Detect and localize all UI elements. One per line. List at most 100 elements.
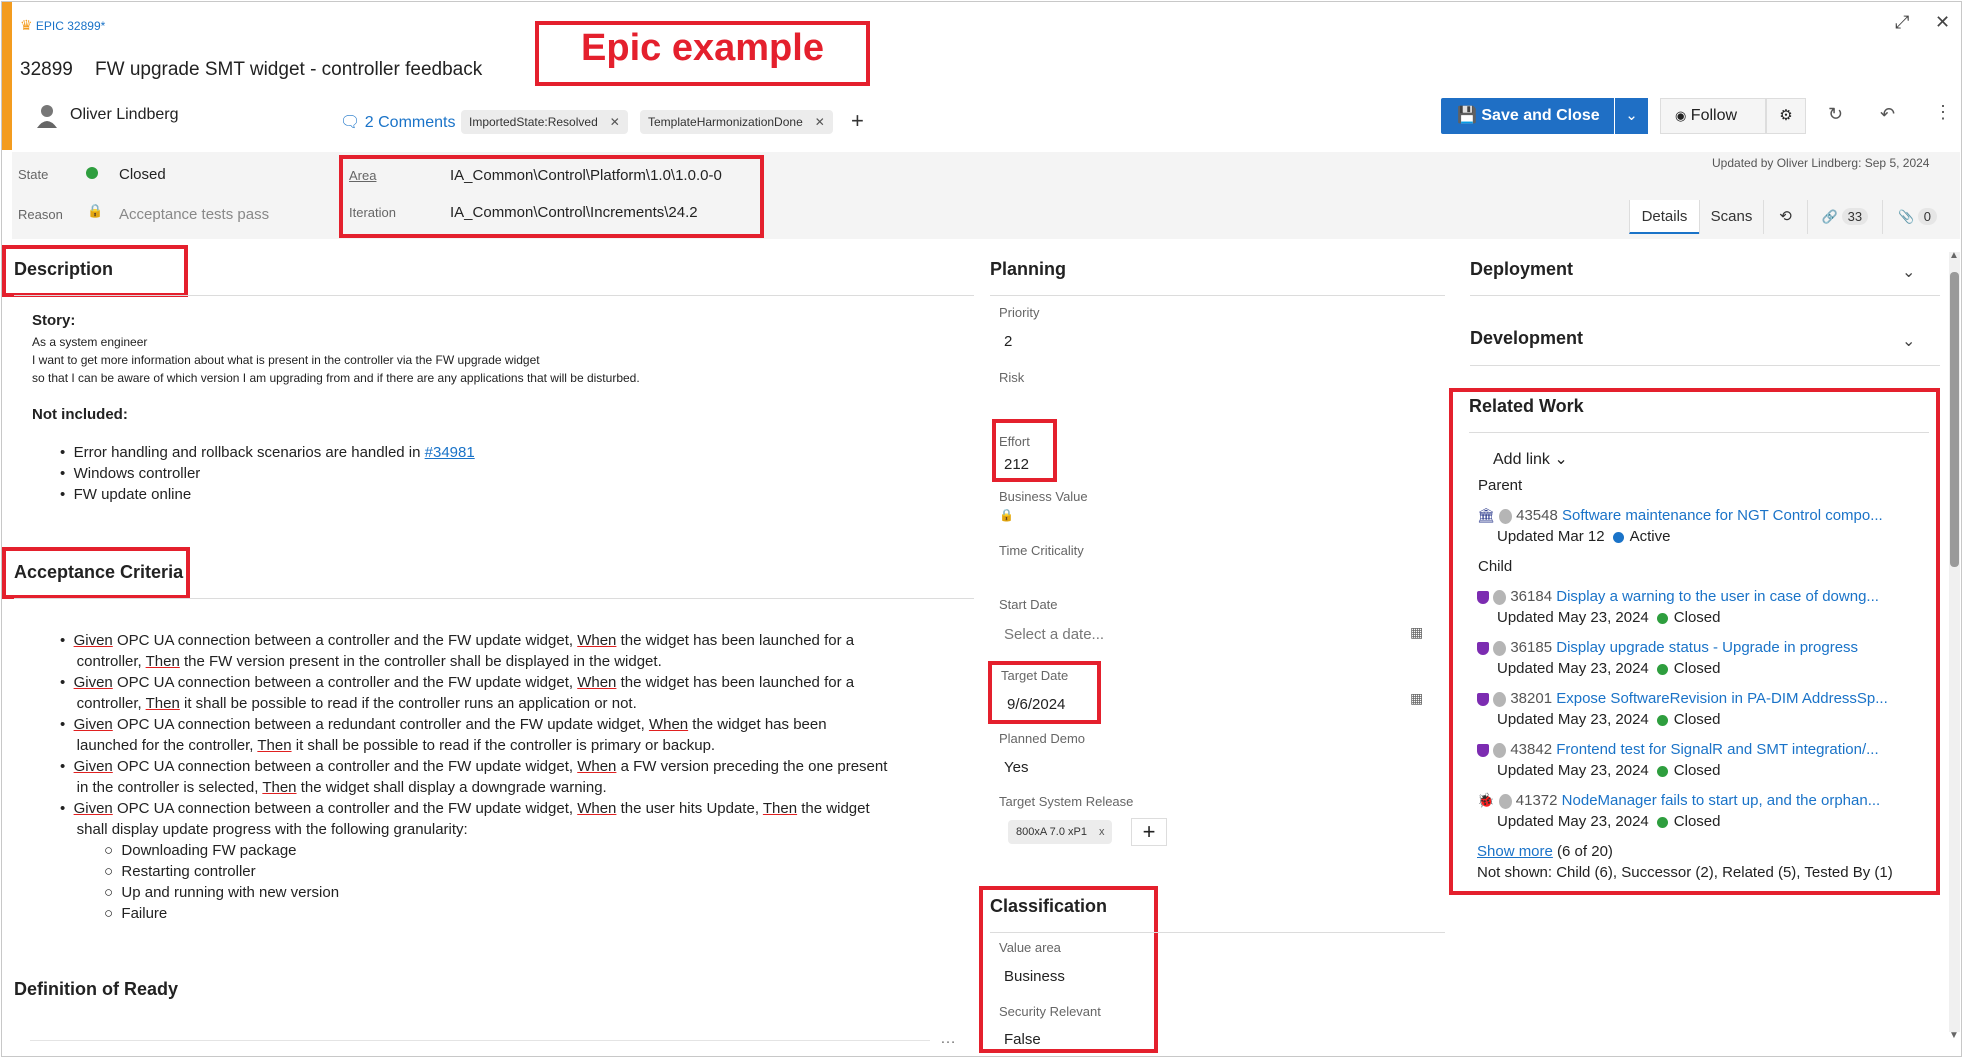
add-link-button[interactable]: Add link ⌄: [1493, 449, 1568, 469]
iteration-value[interactable]: IA_Common\Control\Increments\24.2: [450, 204, 698, 221]
reason-value[interactable]: Acceptance tests pass: [119, 206, 269, 223]
area-value[interactable]: IA_Common\Control\Platform\1.0\1.0.0-0: [450, 167, 722, 184]
settings-gear-icon[interactable]: ⚙: [1766, 98, 1806, 134]
avatar: [1498, 793, 1512, 809]
tab-attachments[interactable]: 📎 0: [1882, 200, 1952, 234]
add-tag-icon[interactable]: +: [851, 108, 864, 134]
criterion-text: a FW version preceding the one present: [616, 758, 888, 775]
tab-links[interactable]: 🔗 33: [1807, 200, 1882, 234]
more-icon[interactable]: …: [940, 1030, 956, 1048]
acceptance-list[interactable]: • Given OPC UA connection between a cont…: [60, 630, 960, 924]
avatar: [1493, 742, 1507, 758]
state-value[interactable]: Closed: [119, 166, 166, 183]
links-count: 33: [1841, 208, 1869, 225]
tag-chip[interactable]: ImportedState:Resolved ✕: [461, 110, 628, 134]
story-text[interactable]: As a system engineer I want to get more …: [32, 333, 640, 387]
remove-tag-icon[interactable]: x: [1099, 826, 1105, 838]
close-icon[interactable]: ✕: [1935, 12, 1950, 33]
priority-value[interactable]: 2: [1004, 333, 1012, 350]
item-title-link[interactable]: Display upgrade status - Upgrade in prog…: [1556, 639, 1858, 656]
tab-scans[interactable]: Scans: [1699, 200, 1763, 234]
criterion-text: the widget has been launched for a: [616, 674, 855, 691]
calendar-icon[interactable]: ▦: [1410, 690, 1423, 707]
related-item[interactable]: 🏛 43548 Software maintenance for NGT Con…: [1477, 507, 1883, 524]
work-item-title[interactable]: FW upgrade SMT widget - controller feedb…: [95, 59, 482, 81]
remove-tag-icon[interactable]: ✕: [610, 115, 620, 129]
item-updated: Updated May 23, 2024: [1497, 711, 1649, 728]
add-release-icon[interactable]: +: [1131, 818, 1167, 846]
related-item[interactable]: 36185 Display upgrade status - Upgrade i…: [1477, 639, 1858, 656]
item-id: 43548: [1516, 507, 1558, 524]
item-state: Closed: [1673, 762, 1721, 779]
sub-list: ○ Downloading FW package ○ Restarting co…: [60, 840, 960, 924]
follow-button[interactable]: ◉ Follow: [1660, 98, 1766, 134]
criterion-text: the widget shall display a downgrade war…: [296, 779, 607, 796]
item-id: 43842: [1510, 741, 1553, 758]
divider: [1470, 295, 1940, 296]
state-label: State: [18, 167, 49, 182]
related-item[interactable]: 38201 Expose SoftwareRevision in PA-DIM …: [1477, 690, 1888, 707]
expand-icon[interactable]: ⤢: [1895, 12, 1909, 33]
related-work-title: Related Work: [1469, 396, 1584, 416]
item-title-link[interactable]: Frontend test for SignalR and SMT integr…: [1556, 741, 1878, 758]
work-item-type[interactable]: ♛ EPIC 32899*: [20, 17, 105, 34]
story-line: so that I can be aware of which version …: [32, 371, 640, 385]
planned-demo-value[interactable]: Yes: [1004, 759, 1028, 776]
item-title-link[interactable]: NodeManager fails to start up, and the o…: [1562, 792, 1881, 809]
tab-details[interactable]: Details: [1629, 200, 1699, 234]
divider: [990, 295, 1445, 296]
closed-dot: [1656, 714, 1668, 726]
lock-icon: 🔒: [87, 203, 104, 218]
undo-icon[interactable]: ↶: [1880, 104, 1895, 125]
save-and-close-button[interactable]: 💾 Save and Close: [1441, 98, 1614, 134]
comments-link[interactable]: 🗨 2 Comments: [340, 112, 455, 132]
remove-tag-icon[interactable]: ✕: [815, 115, 825, 129]
tag-label: ImportedState:Resolved: [469, 115, 598, 129]
related-item[interactable]: 🐞 41372 NodeManager fails to start up, a…: [1477, 792, 1880, 809]
target-system-release-label: Target System Release: [999, 794, 1134, 809]
related-count: (6 of 20): [1557, 843, 1613, 860]
divider: [1469, 432, 1929, 433]
deployment-title[interactable]: Deployment: [1470, 259, 1573, 280]
sub-item-text: Restarting controller: [121, 863, 256, 880]
criterion-text: controller,: [76, 653, 146, 670]
item-title-link[interactable]: Expose SoftwareRevision in PA-DIM Addres…: [1556, 690, 1888, 707]
item-id: 36184: [1510, 588, 1553, 605]
chevron-down-icon[interactable]: ⌄: [1902, 262, 1915, 282]
effort-label: Effort: [999, 434, 1030, 449]
sub-item: ○ Restarting controller: [104, 863, 256, 880]
bug-icon: 🐞: [1477, 792, 1495, 808]
item-updated: Updated Mar 12: [1497, 528, 1605, 545]
avatar: [1493, 589, 1507, 605]
more-actions-icon[interactable]: ⋮: [1934, 102, 1952, 123]
item-title-link[interactable]: Software maintenance for NGT Control com…: [1562, 507, 1883, 524]
lock-icon: 🔒: [999, 508, 1014, 522]
save-options-chevron-icon[interactable]: ⌄: [1615, 98, 1648, 134]
target-date-value[interactable]: 9/6/2024: [1007, 696, 1065, 713]
scroll-down-icon[interactable]: ▼: [1949, 1030, 1959, 1041]
related-item[interactable]: 36184 Display a warning to the user in c…: [1477, 588, 1879, 605]
development-title[interactable]: Development: [1470, 328, 1583, 349]
assignee-name[interactable]: Oliver Lindberg: [70, 106, 179, 124]
work-item-id: 32899: [20, 59, 73, 80]
classification-title: Classification: [990, 896, 1108, 916]
refresh-icon[interactable]: ↻: [1828, 104, 1843, 125]
value-area-value[interactable]: Business: [1004, 968, 1065, 985]
show-more-link[interactable]: Show more: [1477, 843, 1553, 860]
release-tag[interactable]: 800xA 7.0 xP1 x: [1008, 820, 1113, 844]
calendar-icon[interactable]: ▦: [1410, 624, 1423, 641]
security-relevant-label: Security Relevant: [999, 1004, 1101, 1019]
item-updated: Updated May 23, 2024: [1497, 660, 1649, 677]
related-item[interactable]: 43842 Frontend test for SignalR and SMT …: [1477, 741, 1879, 758]
start-date-input[interactable]: Select a date...: [1004, 626, 1104, 643]
effort-value[interactable]: 212: [1004, 456, 1029, 473]
work-item-link[interactable]: #34981: [425, 444, 475, 461]
scroll-up-icon[interactable]: ▲: [1949, 250, 1959, 261]
tag-chip[interactable]: TemplateHarmonizationDone ✕: [640, 110, 833, 134]
scrollbar-thumb[interactable]: [1950, 272, 1959, 567]
security-relevant-value[interactable]: False: [1004, 1031, 1041, 1048]
item-title-link[interactable]: Display a warning to the user in case of…: [1556, 588, 1879, 605]
sub-item: ○ Downloading FW package: [104, 842, 297, 859]
history-icon[interactable]: ⟲: [1763, 200, 1807, 234]
chevron-down-icon[interactable]: ⌄: [1902, 331, 1915, 351]
